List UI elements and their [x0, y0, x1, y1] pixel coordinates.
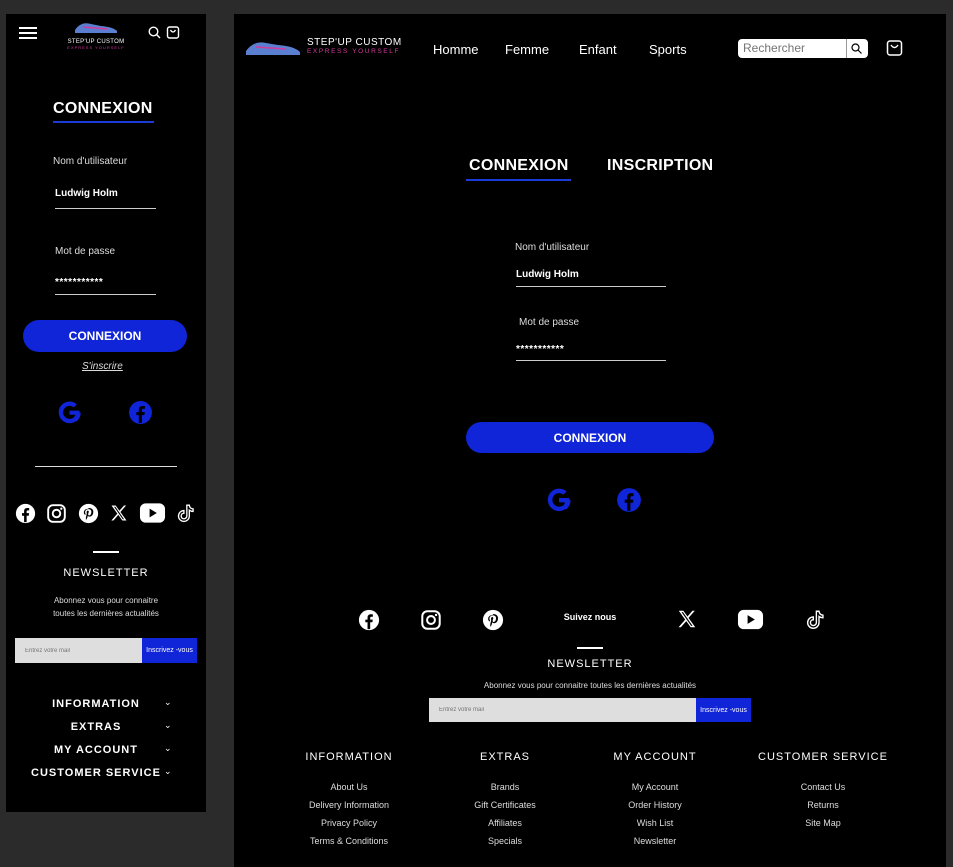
nav-homme[interactable]: Homme: [433, 42, 479, 57]
footer-link-returns[interactable]: Returns: [753, 800, 893, 810]
nav-femme[interactable]: Femme: [505, 42, 549, 57]
newsletter-email-input[interactable]: [15, 638, 142, 663]
signup-link[interactable]: S'inscrire: [82, 361, 123, 372]
google-login-icon[interactable]: [545, 486, 573, 514]
username-underline: [55, 208, 156, 209]
brand-name: STEP'UP CUSTOM: [307, 37, 402, 48]
x-twitter-icon[interactable]: [109, 503, 129, 523]
facebook-login-icon[interactable]: [616, 487, 642, 513]
newsletter-description-line-1: Abonnez vous pour connaitre: [53, 596, 159, 605]
cart-icon[interactable]: [886, 39, 903, 56]
sneaker-logo-icon: [246, 42, 300, 55]
newsletter-description: Abonnez vous pour connaitre toutes les d…: [6, 594, 206, 620]
hamburger-menu-icon[interactable]: [19, 26, 37, 40]
login-title: CONNEXION: [53, 100, 153, 117]
google-login-icon[interactable]: [56, 399, 83, 426]
x-twitter-icon[interactable]: [676, 608, 698, 630]
password-underline: [516, 360, 666, 361]
footer-customer-service-title: CUSTOMER SERVICE: [758, 751, 888, 763]
accordion-extras[interactable]: EXTRAS: [6, 721, 186, 733]
sneaker-logo-icon: [75, 23, 117, 33]
search-separator: [846, 39, 847, 58]
chevron-down-icon[interactable]: ⌄: [164, 766, 172, 777]
footer-link-newsletter[interactable]: Newsletter: [585, 836, 725, 846]
accordion-customer-service[interactable]: CUSTOMER SERVICE: [6, 767, 186, 779]
chevron-down-icon[interactable]: ⌄: [164, 743, 172, 754]
login-title-underline: [53, 121, 154, 123]
password-label: Mot de passe: [55, 246, 116, 257]
nav-enfant[interactable]: Enfant: [579, 42, 617, 57]
password-underline: [55, 294, 156, 295]
login-button[interactable]: CONNEXION: [23, 320, 187, 352]
newsletter-title: NEWSLETTER: [63, 567, 149, 579]
facebook-login-icon[interactable]: [128, 400, 153, 425]
brand-tagline: EXPRESS YOURSELF: [307, 48, 401, 55]
youtube-icon[interactable]: [139, 502, 166, 524]
footer-link-wish-list[interactable]: Wish List: [585, 818, 725, 828]
search-icon[interactable]: [148, 26, 161, 39]
password-input[interactable]: ***********: [516, 344, 564, 355]
footer-link-terms-conditions[interactable]: Terms & Conditions: [279, 836, 419, 846]
accordion-my-account[interactable]: MY ACCOUNT: [6, 744, 186, 756]
brand-tagline: EXPRESS YOURSELF: [67, 45, 125, 50]
tab-login-underline: [466, 179, 571, 181]
tab-login[interactable]: CONNEXION: [469, 157, 569, 175]
tiktok-icon[interactable]: [176, 503, 196, 524]
password-input[interactable]: ***********: [55, 277, 103, 288]
footer-link-site-map[interactable]: Site Map: [753, 818, 893, 828]
username-input[interactable]: Ludwig Holm: [516, 269, 579, 280]
username-underline: [516, 286, 666, 287]
search-bar[interactable]: [738, 39, 868, 58]
newsletter-divider: [93, 551, 119, 553]
search-input[interactable]: [743, 40, 843, 56]
pinterest-icon[interactable]: [78, 503, 99, 524]
accordion-information[interactable]: INFORMATION: [6, 698, 186, 710]
youtube-icon[interactable]: [737, 608, 764, 631]
follow-us-label: Suivez nous: [563, 612, 617, 622]
brand-logo[interactable]: STEP'UP CUSTOM EXPRESS YOURSELF: [66, 18, 126, 50]
search-icon[interactable]: [851, 43, 862, 54]
footer-my-account-title: MY ACCOUNT: [613, 751, 697, 763]
newsletter-title: NEWSLETTER: [547, 658, 633, 670]
newsletter-description-line-2: toutes les dernières actualités: [53, 609, 159, 618]
login-button[interactable]: CONNEXION: [466, 422, 714, 453]
facebook-icon[interactable]: [358, 609, 380, 631]
desktop-login-frame: STEP'UP CUSTOM EXPRESS YOURSELF Homme Fe…: [234, 14, 946, 867]
instagram-icon[interactable]: [46, 503, 67, 524]
username-label: Nom d'utilisateur: [515, 242, 590, 253]
username-input[interactable]: Ludwig Holm: [55, 188, 118, 199]
brand-logo[interactable]: STEP'UP CUSTOM EXPRESS YOURSELF: [244, 36, 402, 56]
nav-sports[interactable]: Sports: [649, 42, 687, 57]
footer-link-contact-us[interactable]: Contact Us: [753, 782, 893, 792]
tab-register[interactable]: INSCRIPTION: [607, 157, 713, 175]
footer-link-privacy-policy[interactable]: Privacy Policy: [279, 818, 419, 828]
footer-link-my-account[interactable]: My Account: [585, 782, 725, 792]
footer-link-affiliates[interactable]: Affiliates: [435, 818, 575, 828]
footer-link-about-us[interactable]: About Us: [279, 782, 419, 792]
newsletter-divider: [577, 647, 603, 649]
instagram-icon[interactable]: [420, 609, 442, 631]
newsletter-email-input[interactable]: [429, 698, 696, 722]
footer-link-specials[interactable]: Specials: [435, 836, 575, 846]
newsletter-subscribe-button[interactable]: Inscrivez -vous: [696, 698, 751, 722]
footer-extras-title: EXTRAS: [479, 751, 530, 763]
footer-link-gift-certificates[interactable]: Gift Certificates: [435, 800, 575, 810]
newsletter-subscribe-button[interactable]: Inscrivez -vous: [142, 638, 197, 663]
chevron-down-icon[interactable]: ⌄: [164, 720, 172, 731]
footer-information-title: INFORMATION: [305, 751, 393, 763]
divider: [35, 466, 177, 467]
footer-link-order-history[interactable]: Order History: [585, 800, 725, 810]
facebook-icon[interactable]: [15, 503, 36, 524]
cart-icon[interactable]: [166, 25, 180, 39]
pinterest-icon[interactable]: [482, 609, 504, 631]
footer-link-brands[interactable]: Brands: [435, 782, 575, 792]
chevron-down-icon[interactable]: ⌄: [164, 697, 172, 708]
password-label: Mot de passe: [519, 317, 580, 328]
newsletter-description: Abonnez vous pour connaitre toutes les d…: [483, 681, 697, 690]
footer-link-delivery-information[interactable]: Delivery Information: [279, 800, 419, 810]
tiktok-icon[interactable]: [805, 609, 826, 631]
mobile-login-frame: STEP'UP CUSTOM EXPRESS YOURSELF CONNEXIO…: [6, 14, 206, 812]
username-label: Nom d'utilisateur: [53, 156, 128, 167]
